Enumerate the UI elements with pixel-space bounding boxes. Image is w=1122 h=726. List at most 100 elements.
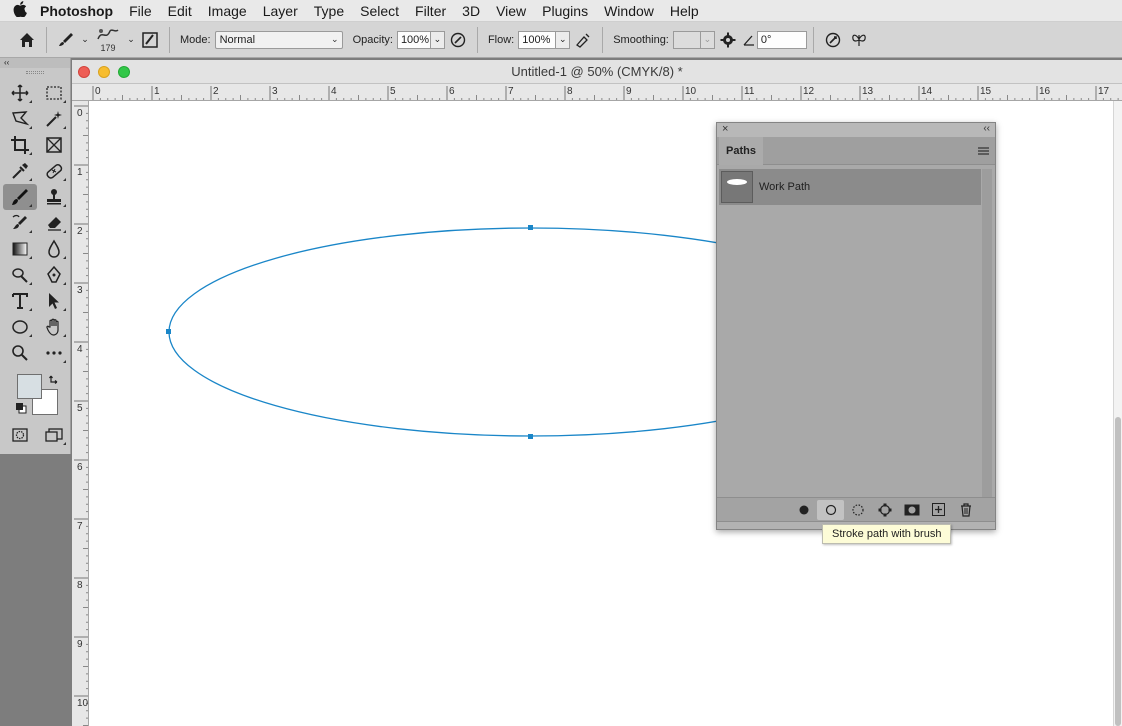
anchor-point[interactable] — [528, 434, 533, 439]
options-bar: ⌄ 179 ⌄ Mode: Normal ⌄ Opacity: 100% ⌄ F… — [0, 22, 1122, 58]
angle-input[interactable]: 0° — [756, 30, 807, 49]
default-colors-icon[interactable] — [15, 402, 27, 414]
quick-mask-icon — [12, 428, 28, 442]
vertical-ruler[interactable]: 0 1 2 3 4 5 6 7 8 9 10 — [72, 101, 89, 726]
brush-settings-panel-icon[interactable] — [137, 27, 163, 53]
add-mask-button[interactable] — [898, 500, 925, 520]
screen-mode-button[interactable] — [37, 422, 71, 448]
symmetry-butterfly-icon[interactable] — [846, 27, 872, 53]
vertical-scrollbar[interactable] — [1113, 101, 1122, 726]
flow-dropdown-button[interactable]: ⌄ — [556, 30, 571, 49]
path-selection-tool[interactable] — [37, 288, 71, 314]
foreground-color-swatch[interactable] — [17, 374, 42, 399]
smoothing-input[interactable] — [672, 30, 701, 49]
tooltip: Stroke path with brush — [822, 524, 952, 544]
gradient-icon — [12, 242, 28, 256]
brush-size-picker[interactable]: 179 — [91, 23, 125, 57]
anchor-point[interactable] — [166, 329, 171, 334]
panel-header: × ‹‹ — [717, 123, 995, 137]
menu-bar: Photoshop File Edit Image Layer Type Sel… — [0, 0, 1122, 22]
pressure-size-icon[interactable] — [820, 27, 846, 53]
paths-list: Work Path — [719, 169, 981, 497]
swap-colors-icon[interactable] — [49, 372, 61, 387]
app-name-menu[interactable]: Photoshop — [40, 3, 113, 19]
opacity-input[interactable]: 100% — [396, 30, 431, 49]
ruler-label: 0 — [95, 86, 101, 97]
menu-edit[interactable]: Edit — [160, 3, 200, 19]
path-row-work-path[interactable]: Work Path — [719, 169, 981, 205]
apple-menu-icon[interactable] — [0, 0, 40, 21]
collapse-panel-icon[interactable]: ‹‹ — [983, 123, 990, 134]
scrollbar-thumb[interactable] — [1115, 417, 1121, 726]
ruler-label: 16 — [1039, 86, 1051, 97]
menu-3d[interactable]: 3D — [454, 3, 488, 19]
mode-select[interactable]: Normal ⌄ — [214, 30, 343, 49]
menu-filter[interactable]: Filter — [407, 3, 454, 19]
tools-grip-handle[interactable] — [0, 68, 70, 76]
delete-path-button[interactable] — [952, 500, 979, 520]
frame-tool[interactable] — [37, 132, 71, 158]
menu-plugins[interactable]: Plugins — [534, 3, 596, 19]
tab-paths[interactable]: Paths — [719, 137, 763, 165]
chevron-down-icon[interactable]: ⌄ — [79, 27, 91, 53]
selection-dotted-icon — [851, 503, 864, 516]
flow-input[interactable]: 100% — [518, 30, 557, 49]
pen-tool[interactable] — [37, 262, 71, 288]
menu-file[interactable]: File — [121, 3, 160, 19]
quick-mask-button[interactable] — [3, 422, 37, 448]
panel-scrollbar[interactable] — [982, 169, 992, 497]
panel-menu-icon[interactable] — [978, 145, 989, 155]
horizontal-ruler[interactable]: 0 1 2 3 4 5 6 7 8 9 10 11 12 13 14 15 16 17 — [72, 84, 1122, 101]
menu-layer[interactable]: Layer — [255, 3, 306, 19]
stroke-path-button[interactable] — [817, 499, 844, 520]
healing-brush-tool[interactable] — [37, 158, 71, 184]
move-tool[interactable] — [3, 80, 37, 106]
chevron-down-icon: ⌄ — [331, 33, 339, 44]
tools-collapse-button[interactable]: ‹‹ — [0, 58, 70, 68]
ruler-label: 8 — [567, 86, 573, 97]
make-work-path-button[interactable] — [871, 500, 898, 520]
clone-stamp-tool[interactable] — [37, 184, 71, 210]
type-tool[interactable] — [3, 288, 37, 314]
flow-label: Flow: — [487, 33, 515, 46]
dodge-tool[interactable] — [3, 262, 37, 288]
brush-tool[interactable] — [3, 184, 37, 210]
blur-tool[interactable] — [37, 236, 71, 262]
document-titlebar: Untitled-1 @ 50% (CMYK/8) * — [72, 60, 1122, 84]
history-brush-tool[interactable] — [3, 210, 37, 236]
eraser-tool[interactable] — [37, 210, 71, 236]
menu-type[interactable]: Type — [306, 3, 352, 19]
gear-icon[interactable] — [715, 27, 741, 53]
chevron-down-icon[interactable]: ⌄ — [125, 27, 137, 53]
edit-toolbar-button[interactable] — [37, 340, 71, 366]
anchor-point[interactable] — [528, 225, 533, 230]
ruler-label: 4 — [77, 344, 83, 355]
ruler-label: 13 — [862, 86, 874, 97]
gradient-tool[interactable] — [3, 236, 37, 262]
menu-help[interactable]: Help — [662, 3, 707, 19]
load-path-as-selection-button[interactable] — [844, 500, 871, 520]
opacity-dropdown-button[interactable]: ⌄ — [430, 30, 445, 49]
lasso-tool[interactable] — [3, 106, 37, 132]
smoothing-dropdown-button[interactable]: ⌄ — [700, 30, 715, 49]
shape-tool[interactable] — [3, 314, 37, 340]
pressure-opacity-icon[interactable] — [445, 27, 471, 53]
menu-select[interactable]: Select — [352, 3, 407, 19]
close-icon[interactable]: × — [722, 123, 728, 135]
hand-tool[interactable] — [37, 314, 71, 340]
brush-tool-preset-icon[interactable] — [53, 27, 79, 53]
crop-tool[interactable] — [3, 132, 37, 158]
menu-window[interactable]: Window — [596, 3, 662, 19]
magic-wand-tool[interactable] — [37, 106, 71, 132]
zoom-tool[interactable] — [3, 340, 37, 366]
menu-image[interactable]: Image — [200, 3, 255, 19]
eyedropper-tool[interactable] — [3, 158, 37, 184]
ruler-label: 12 — [803, 86, 815, 97]
home-icon[interactable] — [14, 27, 40, 53]
airbrush-icon[interactable] — [570, 27, 596, 53]
fill-path-button[interactable] — [790, 500, 817, 520]
new-path-button[interactable] — [925, 500, 952, 520]
marquee-tool[interactable] — [37, 80, 71, 106]
mode-value: Normal — [219, 33, 256, 46]
menu-view[interactable]: View — [488, 3, 534, 19]
